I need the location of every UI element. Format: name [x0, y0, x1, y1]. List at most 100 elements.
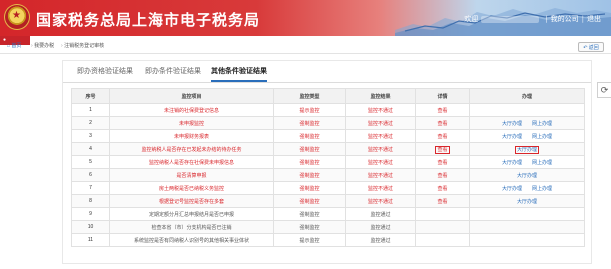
breadcrumb-item[interactable]: › 我要办税	[31, 40, 54, 53]
table-row: 6 是否清算申报 强制监控 监控不通过 查看 大厅办理	[71, 168, 585, 182]
tab-immediate-conditions[interactable]: 即办条件验证结果	[145, 61, 201, 82]
detail-link[interactable]: 查看	[415, 168, 470, 182]
table-row: 7 房土两税是否已纳税义务监控 强制监控 监控不通过 查看 大厅办理 网上办理	[71, 181, 585, 195]
welcome-text: 欢迎	[464, 15, 479, 23]
hall-handle-link[interactable]: 大厅办理	[502, 121, 522, 127]
row-number: 8	[71, 194, 110, 208]
monitor-result: 监控不通过	[345, 194, 416, 208]
breadcrumb-home[interactable]: ⌂ 首页	[7, 40, 21, 53]
detail-link[interactable]: 查看	[415, 155, 470, 169]
monitor-item: 是否清算申报	[109, 168, 274, 182]
hall-handle-link[interactable]: 大厅办理	[517, 199, 537, 205]
table-row: 3 未申报财务报表 强制监控 监控不通过 查看 大厅办理 网上办理	[71, 129, 585, 143]
detail-cell	[415, 233, 470, 247]
monitor-type: 提示监控	[273, 103, 346, 117]
action-cell: 大厅办理	[469, 142, 585, 156]
monitor-type: 强制监控	[273, 155, 346, 169]
detail-link[interactable]: 查看	[415, 103, 470, 117]
detail-link[interactable]: 查看	[415, 116, 470, 130]
online-handle-link[interactable]: 网上办理	[532, 186, 552, 192]
hall-handle-link[interactable]: 大厅办理	[502, 160, 522, 166]
detail-link[interactable]: 查看	[415, 181, 470, 195]
refresh-side-icon[interactable]: ⟳	[597, 82, 611, 98]
online-handle-link[interactable]: 网上办理	[532, 160, 552, 166]
monitor-item: 根据登记号监控是否存在多套	[109, 194, 274, 208]
row-number: 5	[71, 155, 110, 169]
row-number: 6	[71, 168, 110, 182]
monitor-item: 未注销的社保费登记信息	[109, 103, 274, 117]
verification-panel: 即办资格验证结果 即办条件验证结果 其他条件验证结果 序号 监控项目 监控类型 …	[62, 60, 592, 264]
hall-handle-link[interactable]: 大厅办理	[517, 173, 537, 179]
action-cell: 大厅办理 网上办理	[469, 116, 585, 130]
monitor-item: 房土两税是否已纳税义务监控	[109, 181, 274, 195]
row-number: 7	[71, 181, 110, 195]
monitor-result: 监控通过	[345, 220, 416, 234]
action-cell	[469, 103, 585, 117]
monitor-results-table: 序号 监控项目 监控类型 监控结果 详情 办理 1 未注销的社保费登记信息 提示…	[71, 88, 585, 247]
monitor-type: 强制监控	[273, 207, 346, 221]
action-cell: 大厅办理 网上办理	[469, 129, 585, 143]
col-header-action: 办理	[469, 88, 585, 104]
hall-handle-link[interactable]: 大厅办理	[502, 186, 522, 192]
breadcrumb-item-current: › 注销税务登记审核	[61, 43, 105, 49]
online-handle-link[interactable]: 网上办理	[532, 134, 552, 140]
action-cell: 大厅办理	[469, 168, 585, 182]
back-label: 返回	[588, 45, 599, 51]
breadcrumb-current-label: 注销税务登记审核	[64, 43, 105, 49]
monitor-type: 强制监控	[273, 168, 346, 182]
action-cell: 大厅办理	[469, 194, 585, 208]
table-row: 11 系统监控是否有同纳税人识别号的其他相关事业体状 提示监控 监控通过	[71, 233, 585, 247]
detail-link-highlighted[interactable]: 查看	[435, 145, 450, 154]
breadcrumb: ⌂ 首页 › 我要办税 › 注销税务登记审核	[0, 40, 611, 53]
site-header: ★ 国家税务总局上海市电子税务局 欢迎 | 我的公司 | 退出	[0, 0, 611, 36]
col-header-type: 监控类型	[273, 88, 346, 104]
monitor-item: 未申报财务报表	[109, 129, 274, 143]
table-row: 8 根据登记号监控是否存在多套 强制监控 监控不通过 查看 大厅办理	[71, 194, 585, 208]
monitor-item: 监控纳税人是否存在已发起未办结的待办任务	[109, 142, 274, 156]
tab-bar: 即办资格验证结果 即办条件验证结果 其他条件验证结果	[63, 61, 591, 83]
topbar-separator: |	[581, 15, 584, 23]
monitor-item: 未申报监控	[109, 116, 274, 130]
hall-handle-link-highlighted[interactable]: 大厅办理	[514, 145, 539, 154]
col-header-result: 监控结果	[345, 88, 416, 104]
monitor-type: 强制监控	[273, 194, 346, 208]
online-handle-link[interactable]: 网上办理	[532, 121, 552, 127]
divider	[0, 53, 611, 54]
monitor-type: 提示监控	[273, 233, 346, 247]
table-row: 9 定期定额分月汇总申报结月是否已申报 强制监控 监控通过	[71, 207, 585, 221]
hall-handle-link[interactable]: 大厅办理	[502, 134, 522, 140]
my-company-link[interactable]: 我的公司	[551, 15, 579, 23]
monitor-result: 监控不通过	[345, 181, 416, 195]
monitor-result: 监控通过	[345, 233, 416, 247]
exit-link[interactable]: 退出	[587, 15, 601, 23]
monitor-result: 监控不通过	[345, 155, 416, 169]
monitor-type: 强制监控	[273, 129, 346, 143]
monitor-item: 系统监控是否有同纳税人识别号的其他相关事业体状	[109, 233, 274, 247]
tax-emblem-icon[interactable]: ★	[4, 4, 30, 30]
action-cell	[469, 233, 585, 247]
detail-link[interactable]: 查看	[415, 129, 470, 143]
col-header-detail: 详情	[415, 88, 470, 104]
monitor-result: 监控不通过	[345, 129, 416, 143]
table-row: 4 监控纳税人是否存在已发起未办结的待办任务 强制监控 监控不通过 查看 大厅办…	[71, 142, 585, 156]
table-row: 2 未申报监控 强制监控 监控不通过 查看 大厅办理 网上办理	[71, 116, 585, 130]
action-cell	[469, 220, 585, 234]
action-cell	[469, 207, 585, 221]
detail-cell	[415, 220, 470, 234]
back-arrow-icon: ↶	[583, 45, 588, 51]
back-button[interactable]: ↶ 返回	[578, 42, 604, 52]
row-number: 11	[71, 233, 110, 247]
detail-cell	[415, 207, 470, 221]
monitor-result: 监控通过	[345, 207, 416, 221]
table-row: 1 未注销的社保费登记信息 提示监控 监控不通过 查看	[71, 103, 585, 117]
table-row: 10 检查本省（市）分支机构是否已注销 强制监控 监控通过	[71, 220, 585, 234]
tab-other-conditions[interactable]: 其他条件验证结果	[211, 61, 267, 82]
detail-cell: 查看	[415, 142, 470, 156]
table-header-row: 序号 监控项目 监控类型 监控结果 详情 办理	[71, 88, 585, 104]
user-name-redacted	[481, 15, 540, 23]
monitor-item: 定期定额分月汇总申报结月是否已申报	[109, 207, 274, 221]
monitor-type: 强制监控	[273, 220, 346, 234]
row-number: 9	[71, 207, 110, 221]
tab-immediate-eligibility[interactable]: 即办资格验证结果	[77, 61, 133, 82]
detail-link[interactable]: 查看	[415, 194, 470, 208]
